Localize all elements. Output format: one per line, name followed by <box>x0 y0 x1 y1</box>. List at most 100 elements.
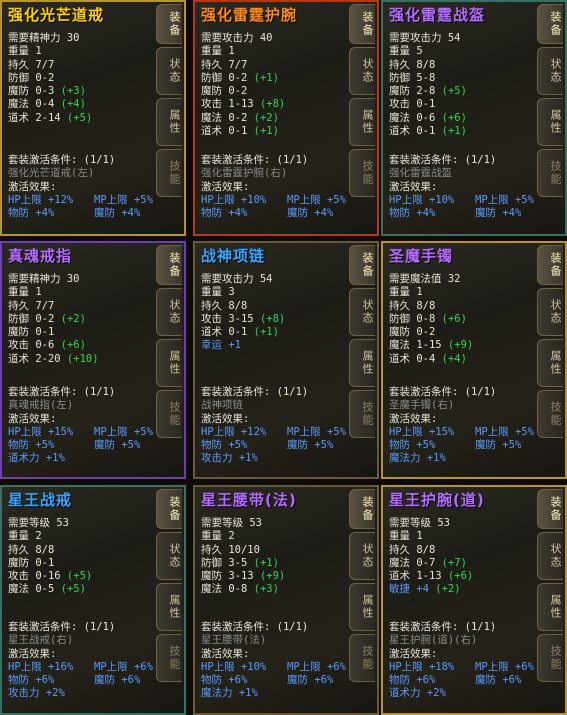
stat-line: 魔法 0-7 (+7) <box>389 557 473 570</box>
effect-label: 激活效果: <box>389 647 438 660</box>
effect-value: HP上限 +18% <box>389 660 455 673</box>
tab-attributes[interactable]: 属性 <box>537 339 563 387</box>
tab-status[interactable]: 状态 <box>349 532 375 580</box>
stat-line: 魔防 3-13 (+9) <box>201 570 285 583</box>
effect-row: HP上限 +15% MP上限 +5% <box>8 426 153 439</box>
effect-value: 物防 +4% <box>8 207 55 220</box>
tab-attributes[interactable]: 属性 <box>537 98 563 146</box>
stat-text: 魔法 0-7 <box>389 556 436 569</box>
tab-attributes[interactable]: 属性 <box>156 339 182 387</box>
set-condition: 套装激活条件: (1/1) <box>201 154 309 166</box>
effect-row: 物防 +5% 魔防 +5% <box>389 439 534 452</box>
tab-attributes[interactable]: 属性 <box>349 339 375 387</box>
effect-value: 魔法力 +1% <box>389 452 446 465</box>
item-panel: 星王战戒 需要等级 53 重量 2 持久 8/8 魔防 0-1 攻击 0-16 (+5) 魔… <box>0 485 186 715</box>
tab-equipment[interactable]: 装备 <box>156 489 182 529</box>
stat-text: 魔防 3-13 <box>201 570 254 583</box>
stat-line: 魔法 0-2 (+2) <box>201 112 285 125</box>
tab-status[interactable]: 状态 <box>349 47 375 95</box>
stat-text: 需要等级 53 <box>8 517 69 529</box>
tab-status[interactable]: 状态 <box>156 47 182 95</box>
stat-text: 道术 2-14 <box>8 111 61 124</box>
stat-text: 魔防 0-1 <box>8 556 55 569</box>
tab-status[interactable]: 状态 <box>156 288 182 336</box>
stat-text: 魔防 0-1 <box>8 326 55 339</box>
tab-status[interactable]: 状态 <box>537 288 563 336</box>
tab-attributes[interactable]: 属性 <box>537 583 563 631</box>
stat-text: 幸运 +1 <box>201 339 241 352</box>
set-bonus-section: 套装激活条件: (1/1) 星王护腕(道)(右) 激活效果: HP上限 +18% MP上… <box>389 621 534 701</box>
tab-status[interactable]: 状态 <box>156 532 182 580</box>
stat-line: 防御 0-2 (+1) <box>201 72 285 85</box>
effect-value: 物防 +5% <box>8 439 55 452</box>
effect-value: HP上限 +15% <box>8 425 74 438</box>
effect-value: HP上限 +16% <box>8 660 74 673</box>
stat-bonus: (+6) <box>54 339 86 352</box>
item-stats: 需要精神力 30 重量 1 持久 7/7 防御 0-2 (+2) 魔防 0-1 攻击 0-… <box>8 273 99 366</box>
tab-equipment[interactable]: 装备 <box>349 4 375 44</box>
item-title: 星王战戒 <box>8 491 73 509</box>
stat-text: 道术 0-4 <box>389 352 436 365</box>
tab-attributes[interactable]: 属性 <box>156 583 182 631</box>
tab-equipment[interactable]: 装备 <box>349 489 375 529</box>
set-item-name: 战神项链 <box>201 399 243 412</box>
tab-skills[interactable]: 技能 <box>537 390 563 438</box>
effect-value: HP上限 +10% <box>201 193 267 206</box>
tab-attributes[interactable]: 属性 <box>156 98 182 146</box>
tab-skills[interactable]: 技能 <box>349 149 375 197</box>
stat-text: 需要攻击力 40 <box>201 32 273 44</box>
item-title: 强化雷霆战盔 <box>389 6 486 24</box>
item-stats: 需要攻击力 40 重量 1 持久 7/7 防御 0-2 (+1) 魔防 0-2 攻击 1-… <box>201 32 285 138</box>
stat-line: 幸运 +1 <box>201 339 285 352</box>
tab-attributes[interactable]: 属性 <box>349 98 375 146</box>
tab-skills[interactable]: 技能 <box>537 149 563 197</box>
tab-status[interactable]: 状态 <box>537 532 563 580</box>
tab-skills[interactable]: 技能 <box>156 634 182 682</box>
stat-line: 魔防 2-8 (+5) <box>389 85 467 98</box>
stat-line: 需要等级 53 <box>8 517 92 530</box>
tab-skills[interactable]: 技能 <box>349 390 375 438</box>
effect-value: 攻击力 +1% <box>201 452 258 465</box>
stat-line: 重量 2 <box>201 530 285 543</box>
stat-bonus: (+8) <box>253 98 286 111</box>
stat-text: 需要精神力 30 <box>8 273 80 285</box>
tab-equipment[interactable]: 装备 <box>537 245 563 285</box>
stat-line: 魔防 0-2 <box>389 326 473 339</box>
item-panel: 强化光芒道戒 需要精神力 30 重量 1 持久 7/7 防御 0-2 魔防 0-3 (+3… <box>0 0 186 236</box>
effect-value: 魔防 +4% <box>475 207 522 220</box>
stat-line: 魔法 0-5 (+5) <box>8 583 92 596</box>
stat-line: 魔防 0-2 <box>201 85 285 98</box>
tab-equipment[interactable]: 装备 <box>537 4 563 44</box>
item-panel: 强化雷霆战盔 需要攻击力 54 重量 5 持久 8/8 防御 5-8 魔防 2-8 (+5… <box>381 0 567 236</box>
effect-row: HP上限 +10% MP上限 +6% <box>201 661 346 674</box>
tab-skills[interactable]: 技能 <box>156 390 182 438</box>
stat-text: 持久 10/10 <box>201 543 260 556</box>
stat-line: 攻击 0-1 <box>389 98 467 111</box>
tab-status[interactable]: 状态 <box>349 288 375 336</box>
tab-skills[interactable]: 技能 <box>156 149 182 197</box>
effect-value: HP上限 +10% <box>389 193 455 206</box>
tab-equipment[interactable]: 装备 <box>156 245 182 285</box>
tab-attributes[interactable]: 属性 <box>349 583 375 631</box>
stat-text: 攻击 1-13 <box>201 98 254 111</box>
tab-status[interactable]: 状态 <box>537 47 563 95</box>
stat-text: 防御 0-2 <box>8 71 55 84</box>
effect-label: 激活效果: <box>389 180 438 193</box>
effect-row: HP上限 +10% MP上限 +5% <box>389 194 534 207</box>
effect-row: 物防 +4% 魔防 +4% <box>389 207 534 220</box>
stat-text: 重量 1 <box>389 530 423 543</box>
tab-equipment[interactable]: 装备 <box>349 245 375 285</box>
stat-text: 魔防 0-3 <box>8 85 55 98</box>
tab-skills[interactable]: 技能 <box>349 634 375 682</box>
set-item-name: 圣魔手镯(右) <box>389 399 455 412</box>
tab-skills[interactable]: 技能 <box>537 634 563 682</box>
stat-text: 防御 0-8 <box>389 312 436 325</box>
item-title: 强化雷霆护腕 <box>201 6 298 24</box>
stat-text: 攻击 3-15 <box>201 312 254 325</box>
tab-equipment[interactable]: 装备 <box>537 489 563 529</box>
item-title: 星王护腕(道) <box>389 491 485 509</box>
effect-value: 物防 +4% <box>389 207 436 220</box>
stat-line: 需要魔法值 32 <box>389 273 473 286</box>
effect-row: HP上限 +12% MP上限 +5% <box>201 426 346 439</box>
tab-equipment[interactable]: 装备 <box>156 4 182 44</box>
